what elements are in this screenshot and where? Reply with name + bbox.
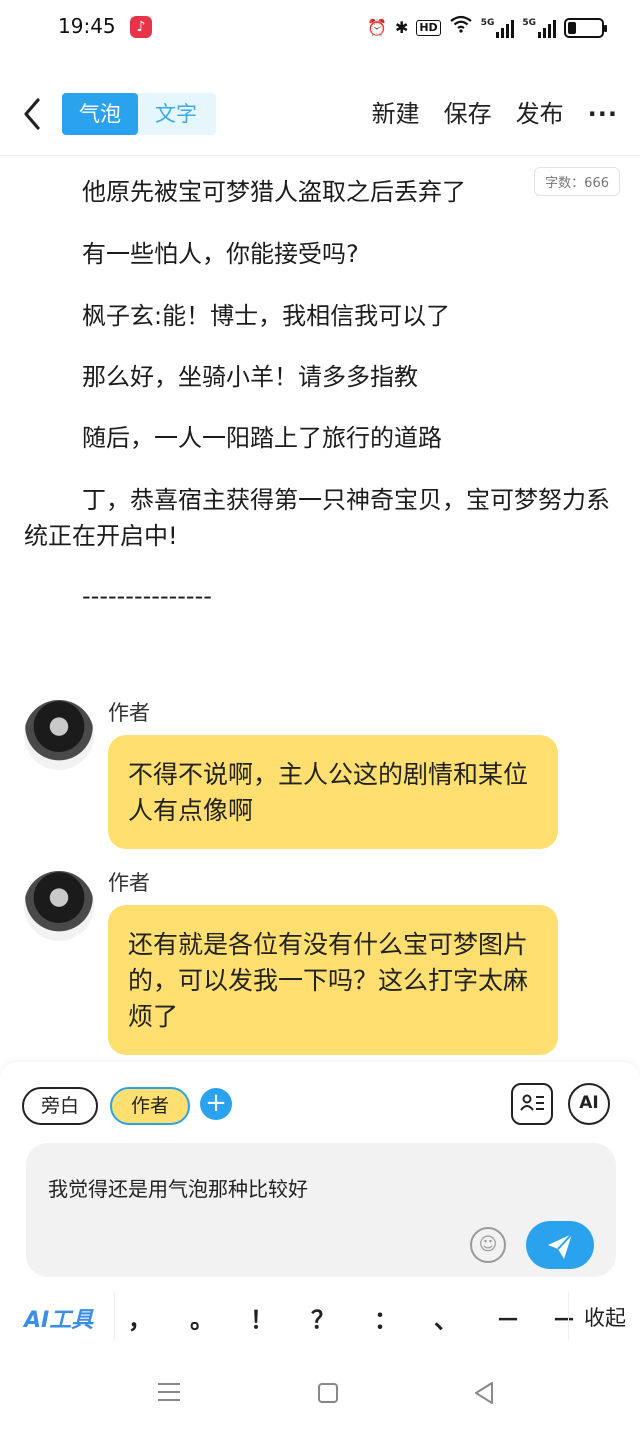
system-icons: ⏰ ✱ HD 5G 5G [367, 14, 607, 42]
back-icon[interactable] [18, 94, 48, 134]
punct-exclamation[interactable]: ！ [250, 1300, 274, 1335]
toolbar-divider [568, 1292, 569, 1340]
punct-colon[interactable]: ： [374, 1300, 398, 1335]
header-actions: 新建 保存 发布 ··· [372, 94, 618, 134]
avatar[interactable] [24, 871, 94, 941]
recents-icon[interactable] [158, 1382, 180, 1402]
punct-period[interactable]: 。 [190, 1300, 214, 1335]
contact-card-icon[interactable] [511, 1083, 553, 1125]
editor-header: 气泡 文字 新建 保存 发布 ··· [0, 80, 640, 156]
author-name: 作者 [108, 701, 150, 725]
story-paragraph: 有一些怕人，你能接受吗? [82, 240, 359, 268]
story-divider: --------------- [82, 582, 212, 610]
toolbar-divider [114, 1292, 115, 1340]
send-button[interactable] [526, 1221, 594, 1269]
hd-icon: HD [416, 20, 441, 36]
punctuation-toolbar: AI工具 ， 。 ！ ？ ： 、 － － 收起 [0, 1288, 640, 1346]
mode-switch: 气泡 文字 [62, 93, 216, 135]
avatar[interactable] [24, 700, 94, 770]
ai-tools-button[interactable]: AI工具 [24, 1302, 93, 1334]
collapse-button[interactable]: 收起 [584, 1302, 626, 1332]
story-paragraph: 枫子玄:能！博士，我相信我可以了 [82, 302, 451, 330]
status-bar: 19:45 ♪ ⏰ ✱ HD 5G 5G [0, 0, 640, 60]
new-button[interactable]: 新建 [372, 94, 420, 134]
more-icon[interactable]: ··· [588, 94, 618, 134]
send-icon [548, 1233, 573, 1259]
battery-fill [568, 22, 576, 34]
punct-comma[interactable]: ， [128, 1300, 152, 1335]
signal-5g-icon: 5G [522, 18, 556, 38]
author-name: 作者 [108, 871, 150, 895]
tab-bubble[interactable]: 气泡 [62, 93, 138, 135]
ai-button[interactable]: AI [568, 1083, 610, 1125]
signal-label: 5G [480, 18, 495, 28]
bluetooth-icon: ✱ [394, 18, 409, 37]
tab-text[interactable]: 文字 [138, 93, 214, 135]
system-nav-bar [0, 1352, 640, 1433]
punct-enumeration[interactable]: 、 [434, 1300, 458, 1335]
chat-bubble[interactable]: 还有就是各位有没有什么宝可梦图片的，可以发我一下吗？这么打字太麻烦了 [108, 905, 558, 1055]
emoji-icon[interactable]: ☺ [470, 1227, 506, 1263]
chat-bubble[interactable]: 不得不说啊，主人公这的剧情和某位人有点像啊 [108, 735, 558, 849]
battery-icon [564, 18, 607, 38]
role-author-chip[interactable]: 作者 [110, 1087, 190, 1125]
signal-label: 5G [522, 18, 536, 28]
status-time: 19:45 [58, 14, 116, 38]
punct-question[interactable]: ？ [311, 1300, 335, 1335]
punct-dash[interactable]: － [496, 1300, 520, 1335]
save-button[interactable]: 保存 [444, 94, 492, 134]
home-icon[interactable] [318, 1383, 338, 1403]
add-role-button[interactable]: + [200, 1088, 232, 1120]
signal-5g-icon: 5G [481, 18, 515, 38]
story-paragraph: 随后，一人一阳踏上了旅行的道路 [82, 424, 442, 452]
nav-back-icon[interactable] [472, 1380, 498, 1406]
wifi-icon [449, 14, 473, 42]
story-paragraph: 丁，恭喜宿主获得第一只神奇宝贝，宝可梦努力系统正在开启中! [24, 486, 610, 550]
role-narrator-chip[interactable]: 旁白 [22, 1087, 98, 1125]
message-input[interactable]: 我觉得还是用气泡那种比较好 ☺ [26, 1143, 616, 1277]
publish-button[interactable]: 发布 [516, 94, 564, 134]
story-paragraph: 他原先被宝可梦猎人盗取之后丢弃了 [82, 178, 466, 206]
punct-dash[interactable]: － [552, 1300, 576, 1335]
alarm-icon: ⏰ [367, 18, 387, 37]
message-input-text[interactable]: 我觉得还是用气泡那种比较好 [48, 1173, 308, 1202]
music-app-icon: ♪ [130, 16, 152, 38]
story-paragraph: 那么好，坐骑小羊！请多多指教 [82, 363, 418, 391]
